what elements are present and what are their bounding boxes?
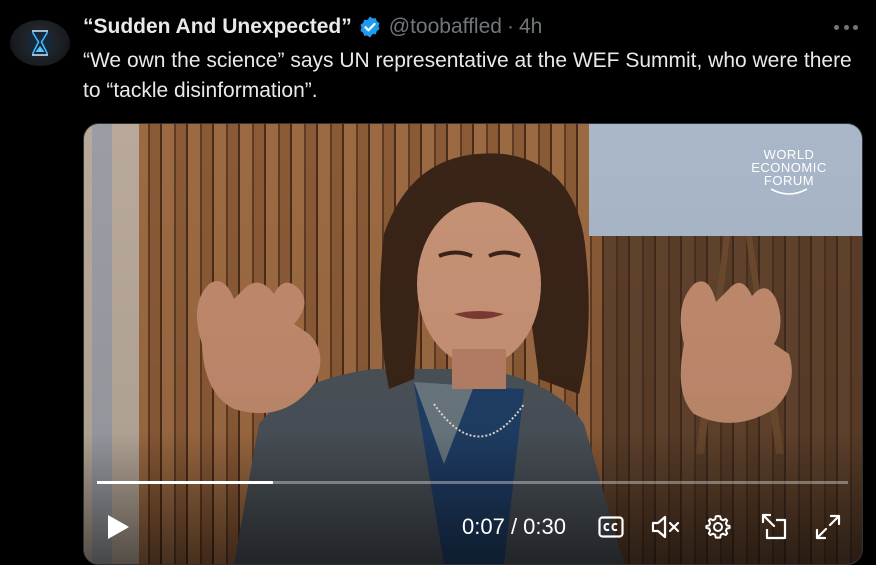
video-player[interactable]: WORLD ECONOMIC FORUM 0:07 / 0:30 <box>83 123 863 565</box>
video-progress-bar[interactable] <box>97 481 848 484</box>
avatar[interactable] <box>10 20 70 66</box>
video-progress-fill <box>97 481 274 484</box>
tweet-header: “Sudden And Unexpected” @toobaffled · 4h <box>83 12 542 42</box>
verified-badge-icon <box>360 16 380 38</box>
settings-button[interactable] <box>703 512 733 542</box>
play-icon <box>108 515 129 539</box>
play-button[interactable] <box>101 510 135 544</box>
gear-icon <box>705 515 731 539</box>
wef-watermark: WORLD ECONOMIC FORUM <box>739 148 839 196</box>
fullscreen-button[interactable] <box>812 511 844 543</box>
picture-in-picture-button[interactable] <box>758 511 790 543</box>
hourglass-icon <box>27 30 53 56</box>
display-name[interactable]: “Sudden And Unexpected” <box>83 15 352 39</box>
volume-muted-icon <box>651 515 680 539</box>
video-time: 0:07 / 0:30 <box>462 514 566 540</box>
captions-button[interactable] <box>596 514 626 540</box>
pip-icon <box>761 513 787 540</box>
fullscreen-icon <box>815 514 841 540</box>
current-time: 0:07 <box>462 514 505 539</box>
user-handle[interactable]: @toobaffled <box>389 15 502 39</box>
closed-captions-icon <box>598 516 624 538</box>
video-controls: 0:07 / 0:30 <box>84 504 862 554</box>
timestamp[interactable]: 4h <box>519 15 542 39</box>
wef-logo-arc-icon <box>770 188 808 195</box>
mute-button[interactable] <box>649 512 683 542</box>
duration: 0:30 <box>523 514 566 539</box>
separator-dot: · <box>506 15 514 38</box>
more-options-icon[interactable] <box>834 16 858 38</box>
watermark-line: FORUM <box>763 173 815 188</box>
tweet-text: “We own the science” says UN representat… <box>83 49 852 102</box>
time-separator: / <box>504 514 524 539</box>
